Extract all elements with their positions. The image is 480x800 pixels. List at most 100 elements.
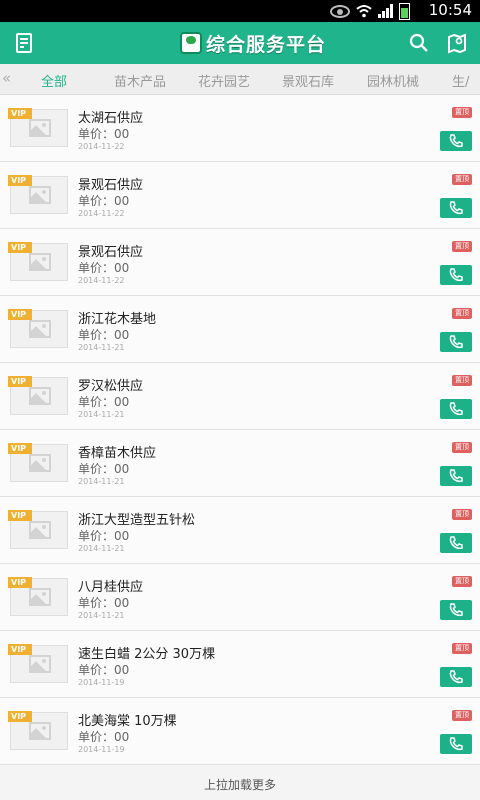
image-placeholder-icon — [29, 186, 51, 204]
call-button[interactable] — [440, 131, 472, 151]
signal-icon — [378, 4, 393, 18]
list-item[interactable]: VIP 速生白蜡 2公分 30万棵 单价：00 2014-11-19 置顶 — [0, 631, 480, 698]
product-date: 2014-11-21 — [78, 544, 125, 553]
phone-icon — [449, 603, 463, 617]
tabs-left-arrow-icon[interactable]: « — [2, 69, 11, 87]
product-title[interactable]: 罗汉松供应 — [78, 375, 143, 394]
image-placeholder-icon — [29, 320, 51, 338]
call-button[interactable] — [440, 466, 472, 486]
pinned-badge: 置顶 — [452, 509, 472, 520]
wifi-icon — [356, 5, 372, 18]
product-date: 2014-11-21 — [78, 611, 125, 620]
pinned-badge: 置顶 — [452, 710, 472, 721]
list-item[interactable]: VIP 浙江大型造型五针松 单价：00 2014-11-21 置顶 — [0, 497, 480, 564]
product-title[interactable]: 速生白蜡 2公分 30万棵 — [78, 643, 215, 662]
list-item[interactable]: VIP 香樟苗木供应 单价：00 2014-11-21 置顶 — [0, 430, 480, 497]
vip-badge: VIP — [8, 711, 32, 722]
image-placeholder-icon — [29, 387, 51, 405]
pinned-badge: 置顶 — [452, 174, 472, 185]
tab-nursery-products[interactable]: 苗木产品 — [114, 71, 166, 90]
category-tabs: « 全部 苗木产品 花卉园艺 景观石库 园林机械 生/ — [0, 64, 480, 95]
app-title: 综合服务平台 — [206, 33, 327, 56]
product-price: 单价：00 — [78, 663, 130, 677]
phone-icon — [449, 469, 463, 483]
tab-garden-machinery[interactable]: 园林机械 — [367, 71, 419, 90]
product-price: 单价：00 — [78, 194, 130, 208]
list-item[interactable]: VIP 太湖石供应 单价：00 2014-11-22 置顶 — [0, 95, 480, 162]
pinned-badge: 置顶 — [452, 241, 472, 252]
tab-all[interactable]: 全部 — [41, 71, 67, 90]
image-placeholder-icon — [29, 253, 51, 271]
pinned-badge: 置顶 — [452, 643, 472, 654]
list-item[interactable]: VIP 浙江花木基地 单价：00 2014-11-21 置顶 — [0, 296, 480, 363]
product-price: 单价：00 — [78, 328, 130, 342]
phone-icon — [449, 201, 463, 215]
product-title[interactable]: 景观石供应 — [78, 241, 143, 260]
image-placeholder-icon — [29, 588, 51, 606]
pinned-badge: 置顶 — [452, 308, 472, 319]
pinned-badge: 置顶 — [452, 442, 472, 453]
phone-icon — [449, 737, 463, 751]
product-title[interactable]: 北美海棠 10万棵 — [78, 710, 177, 729]
call-button[interactable] — [440, 734, 472, 754]
vip-badge: VIP — [8, 175, 32, 186]
product-title[interactable]: 太湖石供应 — [78, 107, 143, 126]
pinned-badge: 置顶 — [452, 107, 472, 118]
image-placeholder-icon — [29, 521, 51, 539]
product-date: 2014-11-21 — [78, 477, 125, 486]
product-price: 单价：00 — [78, 395, 130, 409]
vip-badge: VIP — [8, 443, 32, 454]
product-price: 单价：00 — [78, 261, 130, 275]
product-list: VIP 太湖石供应 单价：00 2014-11-22 置顶 VIP 景观石供应 单价：00 20… — [0, 95, 480, 765]
status-bar: 10:54 — [0, 0, 480, 22]
vip-badge: VIP — [8, 108, 32, 119]
call-button[interactable] — [440, 265, 472, 285]
list-item[interactable]: VIP 北美海棠 10万棵 单价：00 2014-11-19 置顶 — [0, 698, 480, 765]
product-date: 2014-11-22 — [78, 276, 125, 285]
phone-icon — [449, 134, 463, 148]
notepad-icon[interactable] — [12, 30, 38, 56]
product-date: 2014-11-21 — [78, 343, 125, 352]
call-button[interactable] — [440, 399, 472, 419]
search-icon[interactable] — [406, 30, 432, 56]
vip-badge: VIP — [8, 309, 32, 320]
vip-badge: VIP — [8, 577, 32, 588]
product-price: 单价：00 — [78, 127, 130, 141]
product-title[interactable]: 浙江花木基地 — [78, 308, 156, 327]
call-button[interactable] — [440, 533, 472, 553]
call-button[interactable] — [440, 600, 472, 620]
tab-more[interactable]: 生/ — [452, 71, 469, 90]
tab-landscape-stones[interactable]: 景观石库 — [282, 71, 334, 90]
product-date: 2014-11-22 — [78, 209, 125, 218]
list-item[interactable]: VIP 八月桂供应 单价：00 2014-11-21 置顶 — [0, 564, 480, 631]
pinned-badge: 置顶 — [452, 375, 472, 386]
list-item[interactable]: VIP 景观石供应 单价：00 2014-11-22 置顶 — [0, 229, 480, 296]
map-icon[interactable] — [444, 30, 470, 56]
app-logo: 综合服务平台 — [180, 29, 326, 57]
logo-icon — [180, 32, 202, 54]
product-title[interactable]: 香樟苗木供应 — [78, 442, 156, 461]
call-button[interactable] — [440, 332, 472, 352]
list-item[interactable]: VIP 罗汉松供应 单价：00 2014-11-21 置顶 — [0, 363, 480, 430]
phone-icon — [449, 335, 463, 349]
product-date: 2014-11-21 — [78, 410, 125, 419]
phone-icon — [449, 268, 463, 282]
app-bar: 综合服务平台 — [0, 22, 480, 64]
image-placeholder-icon — [29, 119, 51, 137]
phone-icon — [449, 536, 463, 550]
product-title[interactable]: 景观石供应 — [78, 174, 143, 193]
call-button[interactable] — [440, 198, 472, 218]
tab-flowers-gardening[interactable]: 花卉园艺 — [198, 71, 250, 90]
vip-badge: VIP — [8, 644, 32, 655]
product-price: 单价：00 — [78, 529, 130, 543]
product-date: 2014-11-19 — [78, 678, 125, 687]
phone-icon — [449, 670, 463, 684]
product-title[interactable]: 浙江大型造型五针松 — [78, 509, 195, 528]
product-price: 单价：00 — [78, 462, 130, 476]
eye-icon — [330, 4, 350, 18]
product-title[interactable]: 八月桂供应 — [78, 576, 143, 595]
load-more-hint: 上拉加载更多 — [203, 778, 276, 792]
list-item[interactable]: VIP 景观石供应 单价：00 2014-11-22 置顶 — [0, 162, 480, 229]
call-button[interactable] — [440, 667, 472, 687]
vip-badge: VIP — [8, 242, 32, 253]
